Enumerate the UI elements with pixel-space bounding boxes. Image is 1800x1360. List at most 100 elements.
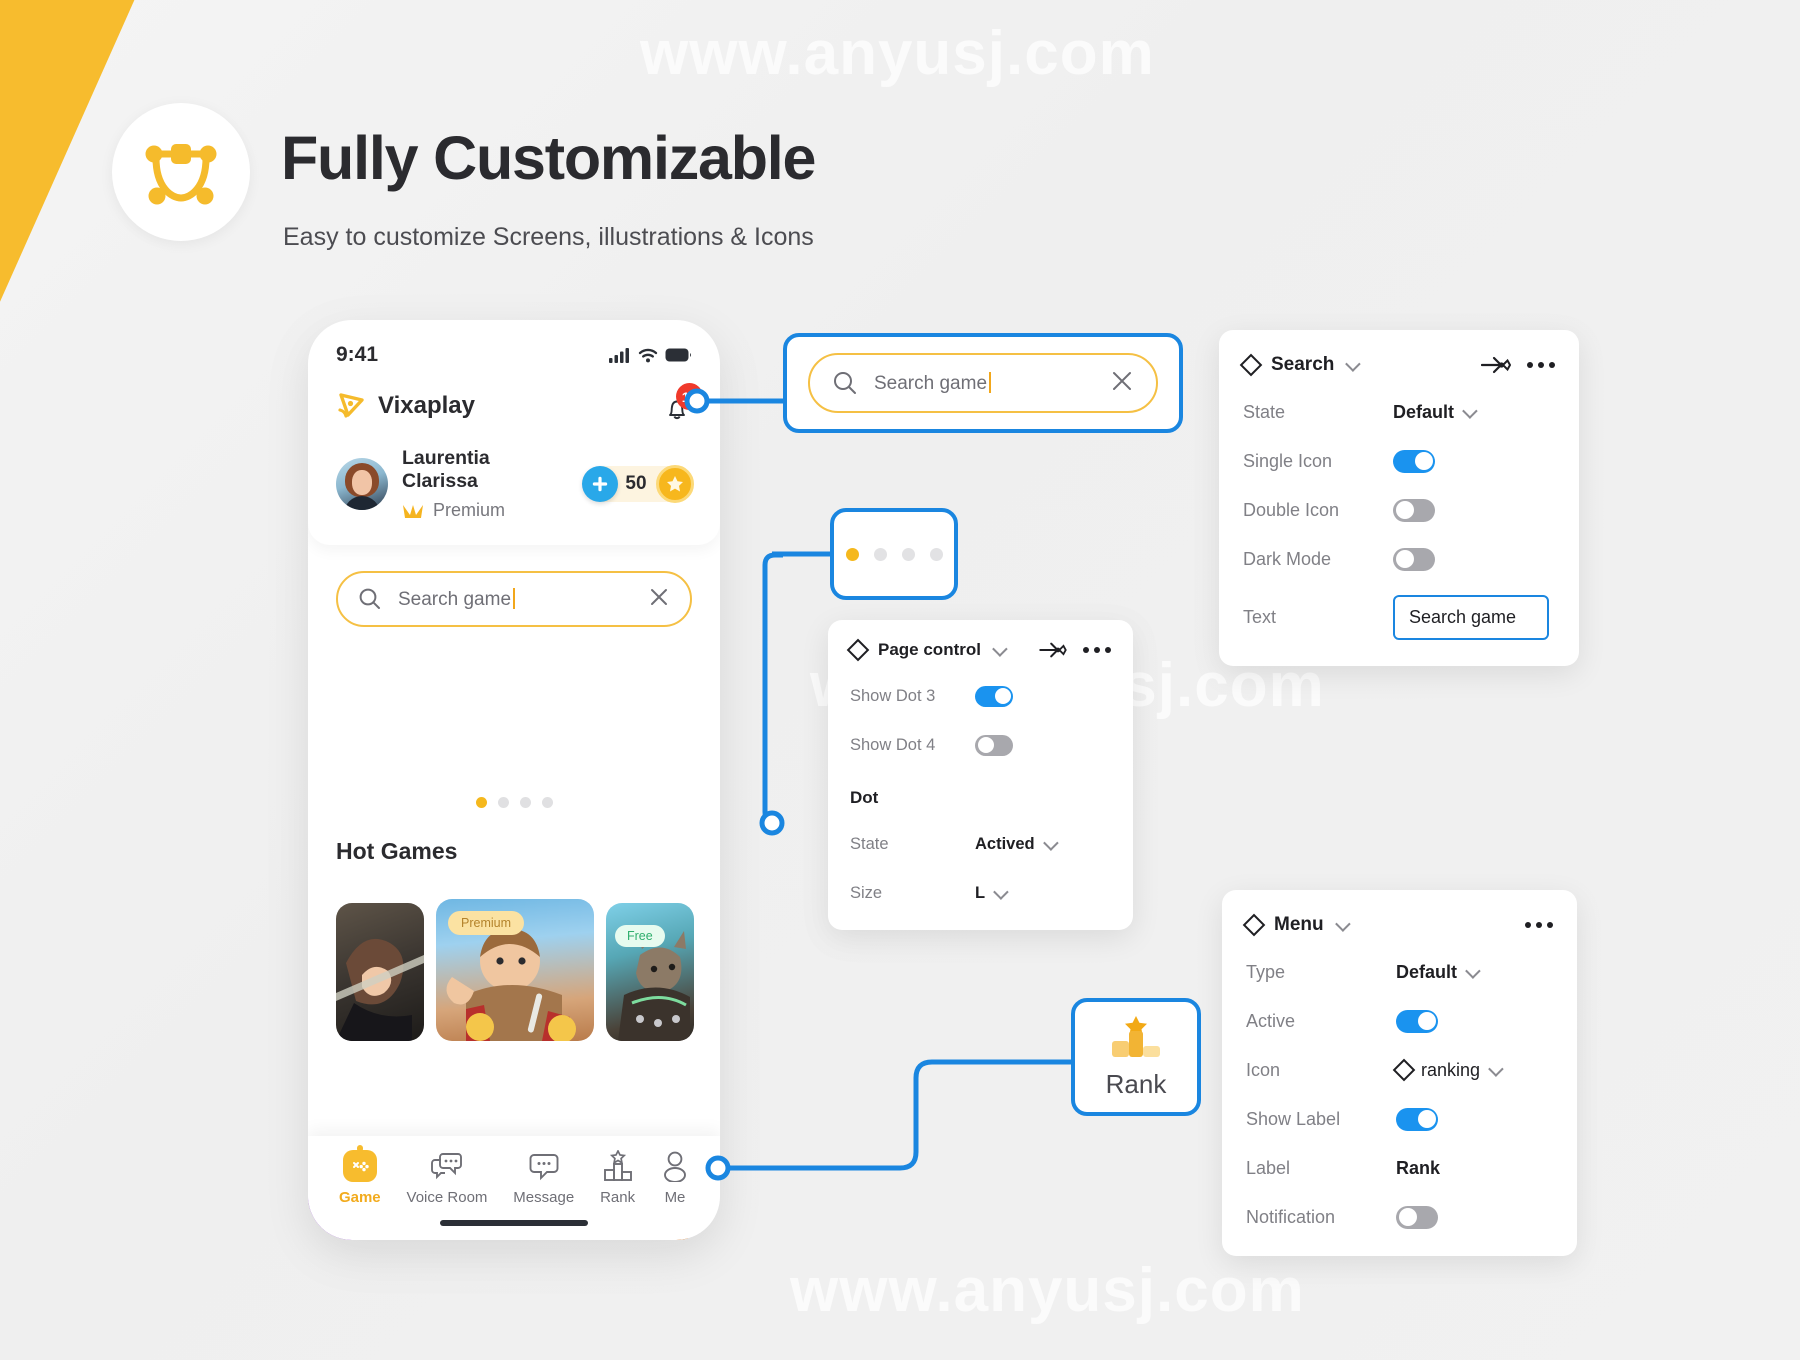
tab-me[interactable]: Me (661, 1150, 689, 1206)
property-key: State (850, 834, 889, 853)
chevron-down-icon[interactable] (1042, 834, 1059, 851)
phone-mockup: 9:41 Vixaplay 12 Laurentia Clarissa Prem… (308, 320, 720, 1240)
watermark: www.anyusj.com (790, 1256, 1305, 1325)
home-indicator (440, 1220, 588, 1226)
property-row-dot-state[interactable]: State Actived (850, 831, 1111, 857)
property-key: Notification (1246, 1206, 1336, 1227)
signal-bars-icon (609, 348, 629, 363)
property-value: Default (1393, 402, 1478, 423)
more-options-icon[interactable] (1527, 362, 1555, 368)
page-dot[interactable] (845, 547, 859, 561)
chevron-down-icon[interactable] (992, 640, 1008, 657)
close-icon[interactable] (648, 586, 670, 613)
page-subtitle: Easy to customize Screens, illustrations… (283, 223, 814, 251)
search-input[interactable]: Search game (808, 353, 1158, 413)
more-options-icon[interactable] (1083, 647, 1111, 653)
property-row-show-label[interactable]: Show Label (1246, 1106, 1553, 1132)
property-value: L (975, 884, 1009, 903)
page-dot[interactable] (873, 547, 887, 561)
callout-search-component: Search game (783, 333, 1183, 433)
property-key: Size (850, 883, 883, 902)
toggle-single-icon[interactable] (1393, 449, 1435, 473)
chevron-down-icon[interactable] (1462, 402, 1478, 419)
property-row-icon[interactable]: Icon ranking (1246, 1057, 1553, 1083)
tab-message[interactable]: Message (513, 1150, 574, 1206)
notification-button[interactable]: 12 (662, 383, 703, 430)
property-row-type[interactable]: Type Default (1246, 959, 1553, 985)
property-row-text[interactable]: Text Search game (1243, 595, 1555, 640)
property-key: Single Icon (1243, 450, 1333, 471)
property-row-show-dot-4[interactable]: Show Dot 4 (850, 732, 1111, 758)
close-icon[interactable] (1110, 369, 1134, 398)
status-bar: 9:41 (336, 342, 692, 368)
property-row-double-icon[interactable]: Double Icon (1243, 497, 1555, 523)
tab-rank[interactable]: Rank (600, 1150, 635, 1206)
property-key: Text (1243, 607, 1277, 627)
chevron-down-icon[interactable] (1488, 1060, 1504, 1077)
component-diamond-icon (1392, 1058, 1416, 1082)
property-row-state[interactable]: State Default (1243, 399, 1555, 425)
tab-label: Rank (600, 1189, 636, 1206)
game-card[interactable] (336, 903, 424, 1041)
tab-game[interactable]: Game (339, 1145, 381, 1206)
property-key: Show Label (1246, 1108, 1341, 1129)
property-key: Show Dot 4 (850, 735, 936, 754)
section-title: Hot Games (336, 838, 458, 864)
podium-star-icon (1112, 1015, 1160, 1057)
toggle-show-label[interactable] (1396, 1107, 1438, 1131)
game-card[interactable]: Premium (436, 899, 594, 1041)
toggle-show-dot-3[interactable] (975, 685, 1013, 707)
logo-badge (112, 103, 250, 241)
component-diamond-icon (1239, 353, 1263, 377)
toggle-notification[interactable] (1396, 1205, 1438, 1229)
vector-node-icon (145, 144, 217, 205)
battery-full-icon (665, 348, 691, 362)
toggle-dark-mode[interactable] (1393, 547, 1435, 571)
toggle-show-dot-4[interactable] (975, 734, 1013, 756)
message-bubble-icon (529, 1154, 559, 1181)
carousel-dot[interactable] (519, 797, 531, 808)
chevron-down-icon[interactable] (1465, 962, 1481, 979)
more-options-icon[interactable] (1525, 922, 1553, 928)
tab-voice-room[interactable]: Voice Room (406, 1150, 488, 1206)
carousel-dot[interactable] (475, 797, 487, 808)
swap-instance-icon[interactable] (1039, 640, 1067, 660)
toggle-double-icon[interactable] (1393, 498, 1435, 522)
chevron-down-icon[interactable] (993, 883, 1009, 900)
carousel-dots[interactable] (336, 797, 692, 808)
tab-label: Voice Room (406, 1189, 488, 1206)
text-field-search-label[interactable]: Search game (1393, 595, 1549, 640)
rank-label: Rank (1105, 1068, 1167, 1099)
carousel-dot[interactable] (497, 797, 509, 808)
toggle-active[interactable] (1396, 1009, 1438, 1033)
property-row-notification[interactable]: Notification (1246, 1204, 1553, 1230)
property-value: Rank (1396, 1157, 1441, 1178)
coin-balance[interactable]: 50 (582, 465, 694, 503)
chevron-down-icon[interactable] (1334, 915, 1351, 932)
tab-label: Message (513, 1189, 575, 1206)
property-row-dot-size[interactable]: Size L (850, 880, 1111, 906)
carousel-dot[interactable] (541, 797, 553, 808)
panel-title: Search (1271, 354, 1335, 375)
notification-badge: 12 (676, 383, 703, 410)
tab-label: Me (664, 1189, 686, 1206)
plus-icon[interactable] (582, 466, 618, 502)
phone-content: Search game Hot Games Premium Free (308, 571, 720, 1240)
chevron-down-icon[interactable] (1345, 355, 1362, 372)
panel-title: Menu (1274, 914, 1324, 935)
property-row-active[interactable]: Active (1246, 1008, 1553, 1034)
property-row-single-icon[interactable]: Single Icon (1243, 448, 1555, 474)
property-key: Double Icon (1243, 499, 1340, 520)
search-input[interactable]: Search game (336, 571, 692, 627)
page-dot[interactable] (929, 547, 943, 561)
property-row-show-dot-3[interactable]: Show Dot 3 (850, 683, 1111, 709)
user-tier: Premium (433, 500, 506, 520)
property-row-label[interactable]: Label Rank (1246, 1155, 1553, 1181)
property-row-dark-mode[interactable]: Dark Mode (1243, 546, 1555, 572)
page-dot[interactable] (901, 547, 915, 561)
swap-instance-icon[interactable] (1481, 354, 1511, 376)
game-card[interactable]: Free (606, 903, 694, 1041)
inspector-panel-search: Search State Default Single Icon Double (1219, 330, 1579, 666)
property-value: ranking (1392, 1058, 1504, 1082)
chat-bubbles-icon (431, 1153, 462, 1180)
